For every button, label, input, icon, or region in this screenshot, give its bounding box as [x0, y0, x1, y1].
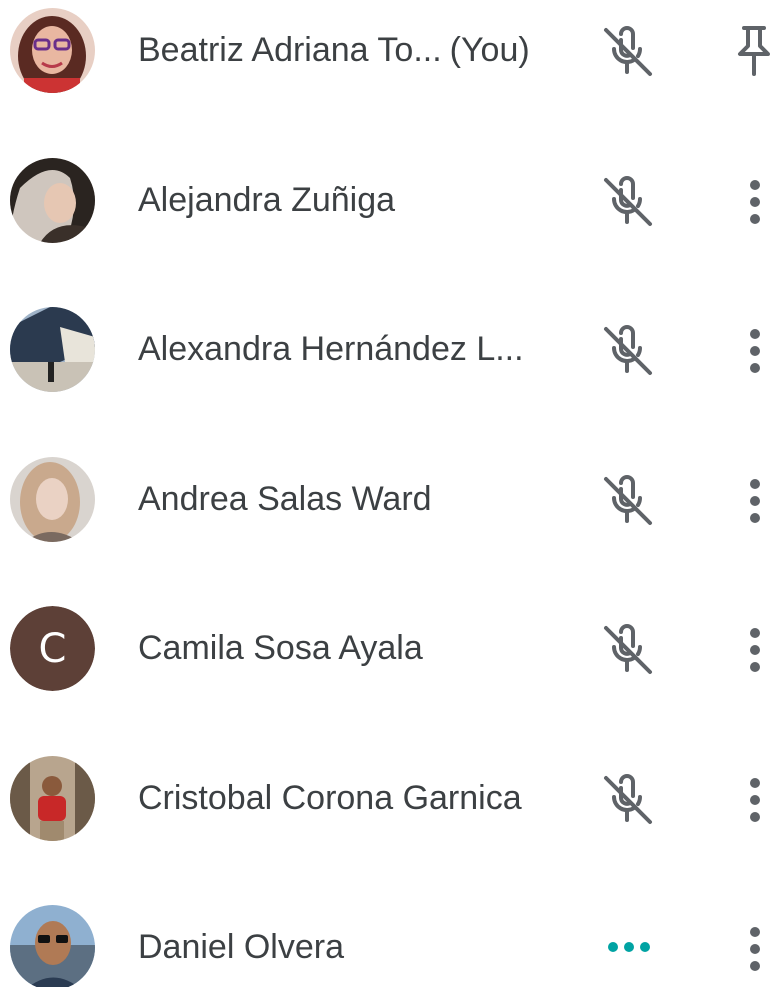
avatar — [10, 457, 95, 542]
avatar-letter: C — [10, 606, 95, 691]
avatar: C — [10, 606, 95, 691]
more-vert-icon[interactable] — [740, 776, 770, 824]
participant-row[interactable]: Alejandra Zuñiga — [0, 150, 773, 250]
participant-name: Beatriz Adriana To... — [138, 31, 442, 69]
mic-off-icon — [604, 624, 652, 674]
participant-name-block: Beatriz Adriana To... (You) — [138, 28, 530, 72]
participant-name: Alejandra Zuñiga — [138, 181, 396, 219]
more-vert-icon[interactable] — [740, 626, 770, 674]
avatar — [10, 756, 95, 841]
mic-off-icon — [604, 176, 652, 226]
mic-off-icon — [604, 26, 652, 76]
avatar — [10, 8, 95, 93]
participant-name: Daniel Olvera — [138, 928, 344, 966]
avatar — [10, 905, 95, 987]
participant-name: Camila Sosa Ayala — [138, 629, 423, 667]
participant-name-block: Alejandra Zuñiga — [138, 178, 395, 222]
more-vert-icon[interactable] — [740, 925, 770, 973]
participant-row[interactable]: Alexandra Hernández L... — [0, 299, 773, 399]
participants-list: Beatriz Adriana To... (You) Alejandra Zu… — [0, 0, 773, 987]
mic-off-icon — [604, 325, 652, 375]
more-vert-icon[interactable] — [740, 477, 770, 525]
mic-off-icon — [604, 774, 652, 824]
participant-name-block: Alexandra Hernández L... — [138, 327, 524, 371]
participant-name-block: Cristobal Corona Garnica — [138, 776, 522, 820]
participant-name: Andrea Salas Ward — [138, 480, 432, 518]
more-vert-icon[interactable] — [740, 327, 770, 375]
participant-row[interactable]: Andrea Salas Ward — [0, 449, 773, 549]
you-label: (You) — [449, 31, 530, 69]
participant-name: Cristobal Corona Garnica — [138, 779, 522, 817]
participant-row[interactable]: C Camila Sosa Ayala — [0, 598, 773, 698]
mic-off-icon — [604, 475, 652, 525]
avatar — [10, 158, 95, 243]
participant-name: Alexandra Hernández L... — [138, 330, 524, 368]
more-vert-icon[interactable] — [740, 178, 770, 226]
participant-name-block: Andrea Salas Ward — [138, 477, 432, 521]
participant-row[interactable]: Beatriz Adriana To... (You) — [0, 0, 773, 100]
participant-name-block: Camila Sosa Ayala — [138, 626, 423, 670]
speaking-dots-icon — [608, 942, 650, 952]
participant-row[interactable]: Cristobal Corona Garnica — [0, 748, 773, 848]
pin-icon[interactable] — [734, 24, 773, 78]
avatar — [10, 307, 95, 392]
participant-row[interactable]: Daniel Olvera — [0, 897, 773, 987]
participant-name-block: Daniel Olvera — [138, 925, 344, 969]
